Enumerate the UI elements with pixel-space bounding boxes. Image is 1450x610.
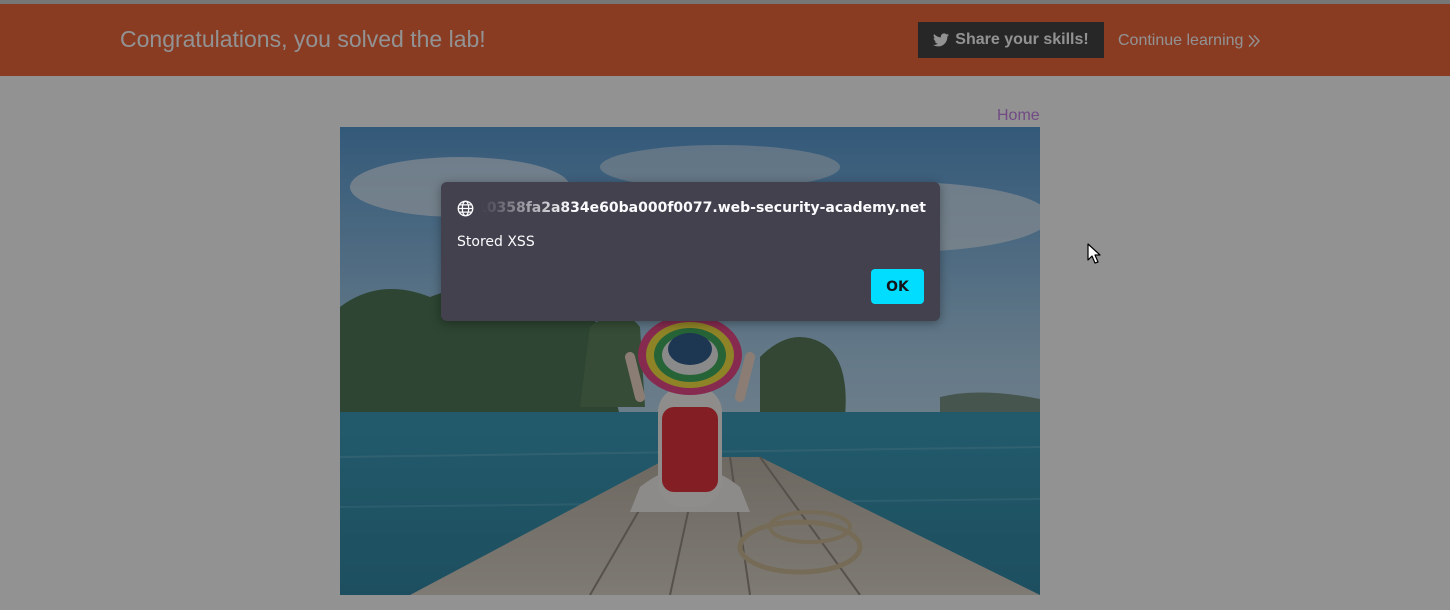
alert-dialog: 0a0300410358fa2a834e60ba000f0077.web-sec… bbox=[441, 182, 940, 321]
mouse-cursor-icon bbox=[1087, 243, 1101, 264]
dialog-origin-row: 0a0300410358fa2a834e60ba000f0077.web-sec… bbox=[457, 198, 926, 218]
dialog-message: Stored XSS bbox=[457, 234, 535, 250]
ok-button[interactable]: OK bbox=[871, 269, 924, 304]
globe-icon bbox=[457, 200, 474, 216]
dialog-origin-url: 0a0300410358fa2a834e60ba000f0077.web-sec… bbox=[481, 200, 926, 216]
